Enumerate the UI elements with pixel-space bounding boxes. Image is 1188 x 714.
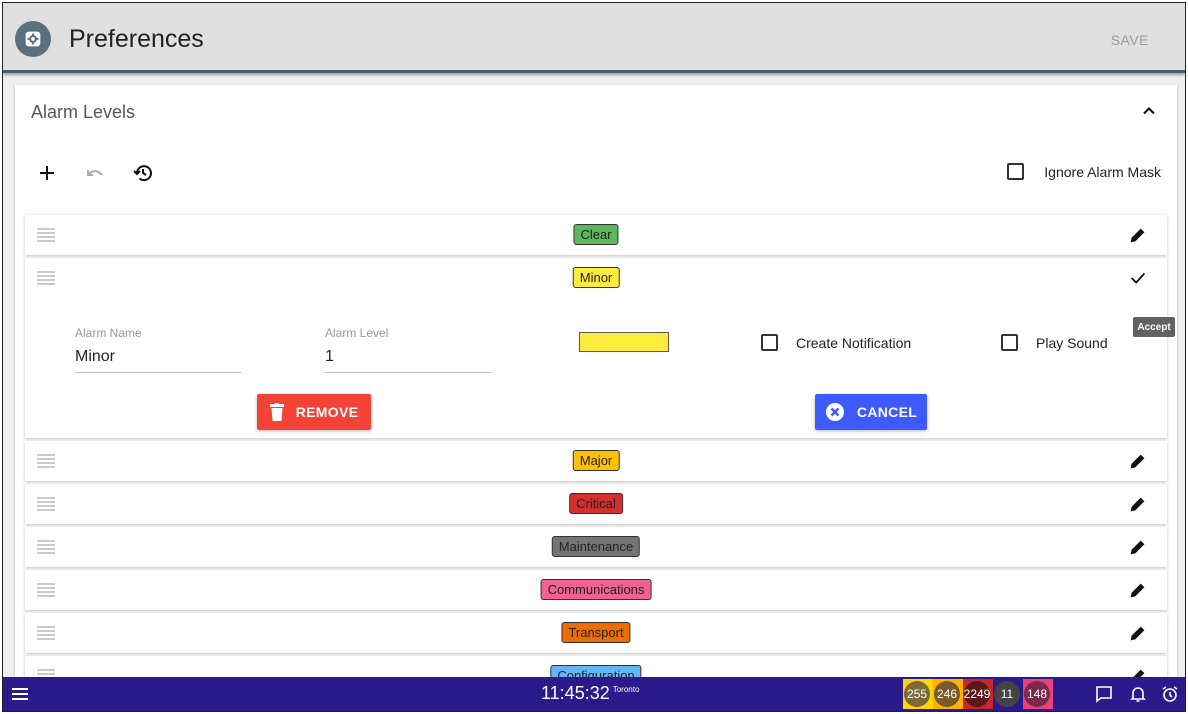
alarm-level-chip: Transport: [561, 622, 631, 643]
alarm-level-row: Clear: [25, 215, 1167, 255]
chevron-up-icon[interactable]: [1139, 101, 1159, 121]
alarm-level-chip: Communications: [540, 579, 652, 600]
remove-button[interactable]: REMOVE: [257, 394, 371, 430]
alarm-level-label: Alarm Level: [325, 326, 389, 340]
alarm-levels-panel: Alarm Levels Ignore Alarm Mask Clear Min…: [15, 85, 1177, 696]
pencil-icon[interactable]: [1127, 493, 1149, 515]
ignore-alarm-mask-option[interactable]: Ignore Alarm Mask: [1007, 163, 1161, 180]
alarm-level-chip: Critical: [569, 493, 623, 514]
ignore-alarm-mask-label: Ignore Alarm Mask: [1044, 163, 1161, 180]
history-icon[interactable]: [131, 161, 155, 185]
create-notification-checkbox[interactable]: [761, 334, 778, 351]
play-sound-label: Play Sound: [1036, 334, 1108, 351]
chat-icon[interactable]: [1095, 685, 1113, 703]
alarm-count-badge[interactable]: 11: [993, 679, 1023, 709]
drag-handle-icon[interactable]: [37, 228, 55, 242]
panel-title: Alarm Levels: [31, 102, 136, 122]
hamburger-menu-icon[interactable]: [11, 686, 29, 702]
app-window: Preferences SAVE Alarm Levels Ignore Ala…: [2, 2, 1186, 712]
alarm-level-chip: Clear: [573, 224, 619, 245]
alarm-level-row: Maintenance: [25, 527, 1167, 567]
alarm-count-badge[interactable]: 246: [933, 679, 963, 709]
alarm-name-field[interactable]: Alarm Name Minor: [75, 326, 241, 373]
alarm-level-row: Major: [25, 441, 1167, 481]
alarm-count: 246: [934, 681, 960, 707]
alarm-count: 2249: [964, 681, 990, 707]
cancel-button-label: CANCEL: [856, 404, 918, 420]
alarm-count-badge[interactable]: 148: [1023, 679, 1053, 709]
alarm-name-input[interactable]: Minor: [75, 348, 241, 373]
clock: 11:45:32 Toronto: [541, 683, 639, 704]
alarm-level-row-expanded: Minor Alarm Name Minor Alarm Level 1 Cre…: [25, 258, 1167, 438]
page-title: Preferences: [69, 25, 204, 53]
cancel-circle-icon: [825, 403, 844, 421]
trash-icon: [269, 403, 284, 421]
pencil-icon[interactable]: [1127, 536, 1149, 558]
alarm-count-badge[interactable]: 2249: [963, 679, 993, 709]
alarm-count-badge[interactable]: 255: [903, 679, 933, 709]
alarm-level-chip: Minor: [572, 267, 620, 288]
pencil-icon[interactable]: [1127, 450, 1149, 472]
color-picker-swatch[interactable]: [579, 332, 669, 352]
alarm-level-field[interactable]: Alarm Level 1: [325, 326, 491, 373]
alarm-name-label: Alarm Name: [75, 326, 142, 340]
drag-handle-icon[interactable]: [37, 626, 55, 640]
alarm-level-row: Transport: [25, 613, 1167, 653]
play-sound-checkbox[interactable]: [1001, 334, 1018, 351]
create-notification-option[interactable]: Create Notification: [761, 334, 911, 351]
play-sound-option[interactable]: Play Sound: [1001, 334, 1108, 351]
undo-icon[interactable]: [83, 161, 107, 185]
alarm-level-list: Clear Minor Alarm Name Minor Alarm Level…: [25, 215, 1167, 699]
ignore-alarm-mask-checkbox[interactable]: [1007, 163, 1025, 180]
alarm-level-chip: Maintenance: [551, 536, 641, 557]
create-notification-label: Create Notification: [796, 334, 912, 351]
drag-handle-icon[interactable]: [37, 583, 55, 597]
accept-tooltip: Accept: [1133, 317, 1175, 337]
alarm-level-chip: Major: [572, 450, 620, 471]
alarm-count: 255: [904, 681, 930, 707]
alarm-level-input[interactable]: 1: [325, 348, 491, 373]
clock-timezone: Toronto: [612, 685, 640, 694]
app-header: Preferences SAVE: [3, 3, 1185, 73]
clock-time: 11:45:32: [541, 683, 610, 703]
pencil-icon[interactable]: [1127, 622, 1149, 644]
pencil-icon[interactable]: [1127, 579, 1149, 601]
plus-icon[interactable]: [35, 161, 59, 185]
alarm-clock-icon[interactable]: [1161, 685, 1179, 703]
drag-handle-icon[interactable]: [37, 497, 55, 511]
cancel-button[interactable]: CANCEL: [815, 394, 927, 430]
alarm-count: 148: [1024, 681, 1050, 707]
bell-icon[interactable]: [1129, 685, 1147, 703]
gear-icon: [15, 21, 51, 57]
alarm-count: 11: [994, 681, 1020, 707]
status-bar: 11:45:32 Toronto 255 246 2249 11 148: [3, 677, 1185, 711]
save-button[interactable]: SAVE: [1111, 32, 1149, 48]
alarm-counts: 255 246 2249 11 148: [903, 679, 1053, 709]
alarm-level-row: Communications: [25, 570, 1167, 610]
drag-handle-icon[interactable]: [37, 454, 55, 468]
alarm-level-row: Critical: [25, 484, 1167, 524]
remove-button-label: REMOVE: [295, 404, 359, 420]
check-icon[interactable]: [1127, 267, 1149, 289]
drag-handle-icon[interactable]: [37, 271, 55, 285]
drag-handle-icon[interactable]: [37, 540, 55, 554]
pencil-icon[interactable]: [1127, 224, 1149, 246]
